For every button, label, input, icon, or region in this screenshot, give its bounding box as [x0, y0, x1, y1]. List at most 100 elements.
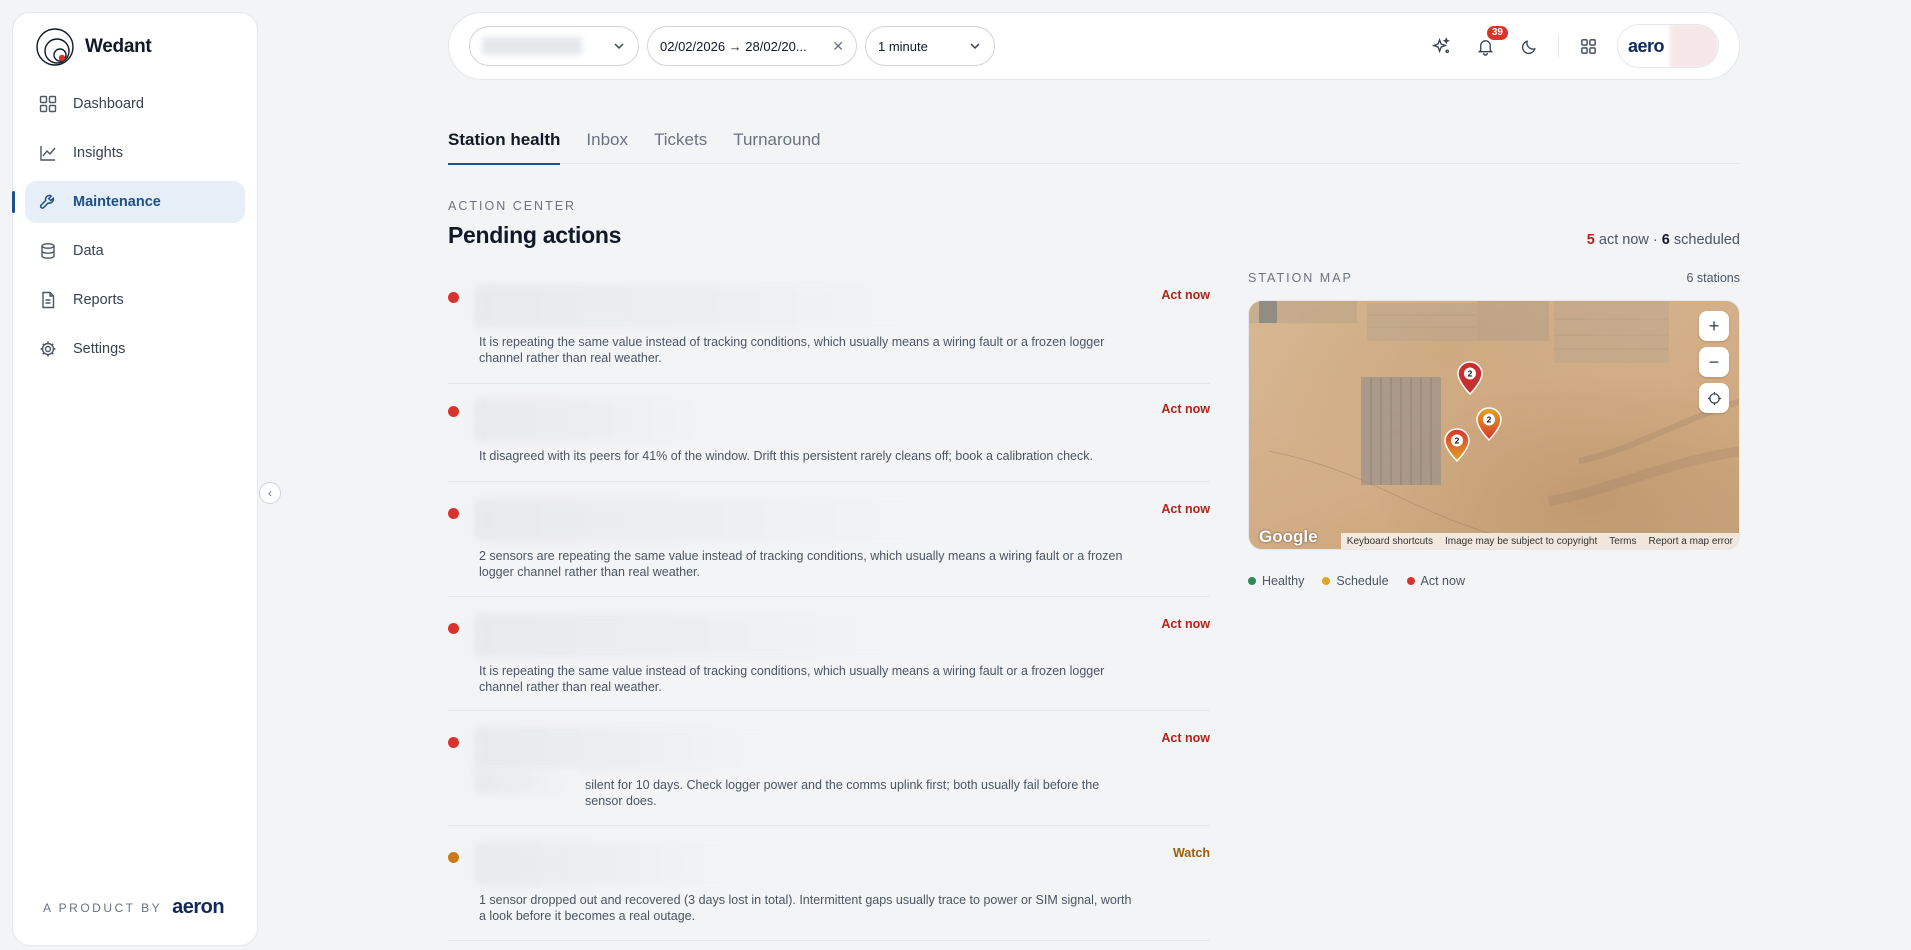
action-description: silent for 10 days. Check logger power a…: [585, 778, 1100, 808]
marker-count: 2: [1455, 436, 1460, 446]
list-item[interactable]: silent for 10 days. Check logger power a…: [448, 711, 1210, 826]
sidebar-item-reports[interactable]: Reports: [25, 279, 245, 321]
sidebar-item-maintenance[interactable]: Maintenance: [12, 181, 245, 223]
action-title-redacted: [474, 727, 774, 771]
status-badge: Act now: [1161, 288, 1210, 302]
avatar: [1670, 25, 1718, 67]
status-badge: Act now: [1161, 617, 1210, 631]
action-title-redacted: [474, 498, 929, 542]
list-item[interactable]: It disagreed with its peers for 41% of t…: [448, 384, 1210, 482]
keyboard-shortcuts-link[interactable]: Keyboard shortcuts: [1347, 536, 1433, 547]
act-now-label: act now ·: [1598, 232, 1658, 248]
severity-dot: [448, 737, 459, 748]
gear-icon: [39, 340, 57, 358]
legend-item-schedule: Schedule: [1322, 574, 1389, 588]
apps-button[interactable]: [1573, 31, 1603, 61]
sidebar-item-label: Dashboard: [73, 96, 144, 112]
sidebar-item-settings[interactable]: Settings: [25, 328, 245, 370]
legend-item-healthy: Healthy: [1248, 574, 1304, 588]
map-marker[interactable]: 2: [1457, 361, 1483, 395]
legend-label: Act now: [1420, 574, 1465, 588]
tab-station-health[interactable]: Station health: [448, 120, 561, 165]
list-item[interactable]: 1 sensor dropped out and recovered (3 da…: [448, 826, 1210, 941]
severity-dot: [448, 406, 459, 417]
sidebar-item-label: Settings: [73, 341, 126, 357]
sparkle-button[interactable]: [1426, 31, 1456, 61]
map-legend: Healthy Schedule Act now: [1248, 574, 1465, 588]
crosshair-icon: [1707, 391, 1721, 405]
action-description: 1 sensor dropped out and recovered (3 da…: [479, 893, 1132, 923]
section-eyebrow: ACTION CENTER: [448, 199, 577, 213]
legend-dot: [1248, 577, 1256, 585]
zoom-in-button[interactable]: +: [1699, 311, 1729, 341]
status-badge: Act now: [1161, 731, 1210, 745]
action-title-redacted: [474, 842, 734, 886]
report-map-error-link[interactable]: Report a map error: [1649, 536, 1733, 547]
date-range-picker[interactable]: 02/02/2026 → 28/02/20... ✕: [647, 26, 857, 66]
station-map[interactable]: 2 2 2 + − Google Keyboard shortcuts Imag…: [1248, 300, 1740, 550]
recenter-button[interactable]: [1699, 383, 1729, 413]
footer-label: A PRODUCT BY: [43, 900, 163, 915]
notifications-button[interactable]: 39: [1470, 26, 1508, 61]
action-description: It disagreed with its peers for 41% of t…: [479, 449, 1093, 463]
sidebar-item-insights[interactable]: Insights: [25, 132, 245, 174]
terms-link[interactable]: Terms: [1609, 536, 1636, 547]
interval-select[interactable]: 1 minute: [865, 26, 995, 66]
theme-toggle-button[interactable]: [1514, 31, 1544, 61]
topbar-actions: 39 aero: [1426, 24, 1719, 68]
station-map-eyebrow: STATION MAP: [1248, 271, 1353, 285]
map-marker[interactable]: 2: [1476, 407, 1502, 441]
document-icon: [39, 291, 57, 309]
interval-value: 1 minute: [878, 38, 928, 54]
zoom-out-button[interactable]: −: [1699, 347, 1729, 377]
map-marker[interactable]: 2: [1444, 428, 1470, 462]
chevron-down-icon: [612, 39, 626, 53]
chevron-down-icon: [968, 39, 982, 53]
station-count: 6 stations: [1686, 271, 1740, 285]
plus-icon: +: [1708, 315, 1720, 336]
action-title-redacted: [474, 613, 904, 657]
footer-brand-logo: aeron: [172, 896, 225, 918]
sparkle-icon: [1431, 36, 1450, 53]
legend-label: Schedule: [1336, 574, 1389, 588]
apps-grid-icon: [1580, 38, 1596, 54]
grid-icon: [39, 95, 57, 113]
tab-turnaround[interactable]: Turnaround: [733, 120, 820, 164]
map-attribution: Keyboard shortcuts Image may be subject …: [1340, 533, 1739, 549]
severity-dot: [448, 852, 459, 863]
severity-dot: [448, 508, 459, 519]
site-select-value-redacted: [482, 37, 582, 55]
clear-date-icon[interactable]: ✕: [832, 38, 844, 55]
sidebar-item-dashboard[interactable]: Dashboard: [25, 83, 245, 125]
sidebar: Wedant Dashboard Insights Maintenance Da…: [12, 12, 281, 946]
action-title-redacted: [474, 398, 724, 442]
scheduled-label: scheduled: [1673, 232, 1740, 248]
account-menu[interactable]: aero: [1617, 24, 1719, 68]
legend-item-act-now: Act now: [1406, 574, 1465, 588]
act-now-count: 5: [1586, 232, 1595, 248]
collapse-sidebar-button[interactable]: ‹: [259, 482, 281, 504]
chevron-left-icon: ‹: [268, 486, 272, 500]
marker-count: 2: [1487, 415, 1492, 425]
marker-count: 2: [1468, 369, 1473, 379]
sidebar-footer: A PRODUCT BY aeron: [13, 896, 257, 945]
tabs: Station health Inbox Tickets Turnaround: [448, 120, 1740, 165]
status-badge: Act now: [1161, 502, 1210, 516]
site-select[interactable]: [469, 26, 639, 66]
status-badge: Watch: [1172, 846, 1210, 860]
date-range-value: 02/02/2026 → 28/02/20...: [660, 38, 807, 54]
wrench-icon: [39, 193, 57, 211]
list-item[interactable]: It is repeating the same value instead o…: [448, 597, 1210, 711]
actions-list: It is repeating the same value instead o…: [448, 272, 1210, 941]
action-title-redacted: [474, 284, 924, 328]
list-item[interactable]: It is repeating the same value instead o…: [448, 272, 1210, 384]
tab-tickets[interactable]: Tickets: [654, 120, 707, 164]
sidebar-item-label: Insights: [73, 145, 123, 161]
tab-inbox[interactable]: Inbox: [586, 120, 628, 164]
google-logo: Google: [1259, 527, 1318, 546]
brand[interactable]: Wedant: [13, 13, 257, 81]
action-description: It is repeating the same value instead o…: [479, 664, 1105, 694]
list-item[interactable]: 2 sensors are repeating the same value i…: [448, 482, 1210, 597]
sidebar-item-data[interactable]: Data: [25, 230, 245, 272]
scheduled-count: 6: [1661, 232, 1670, 248]
